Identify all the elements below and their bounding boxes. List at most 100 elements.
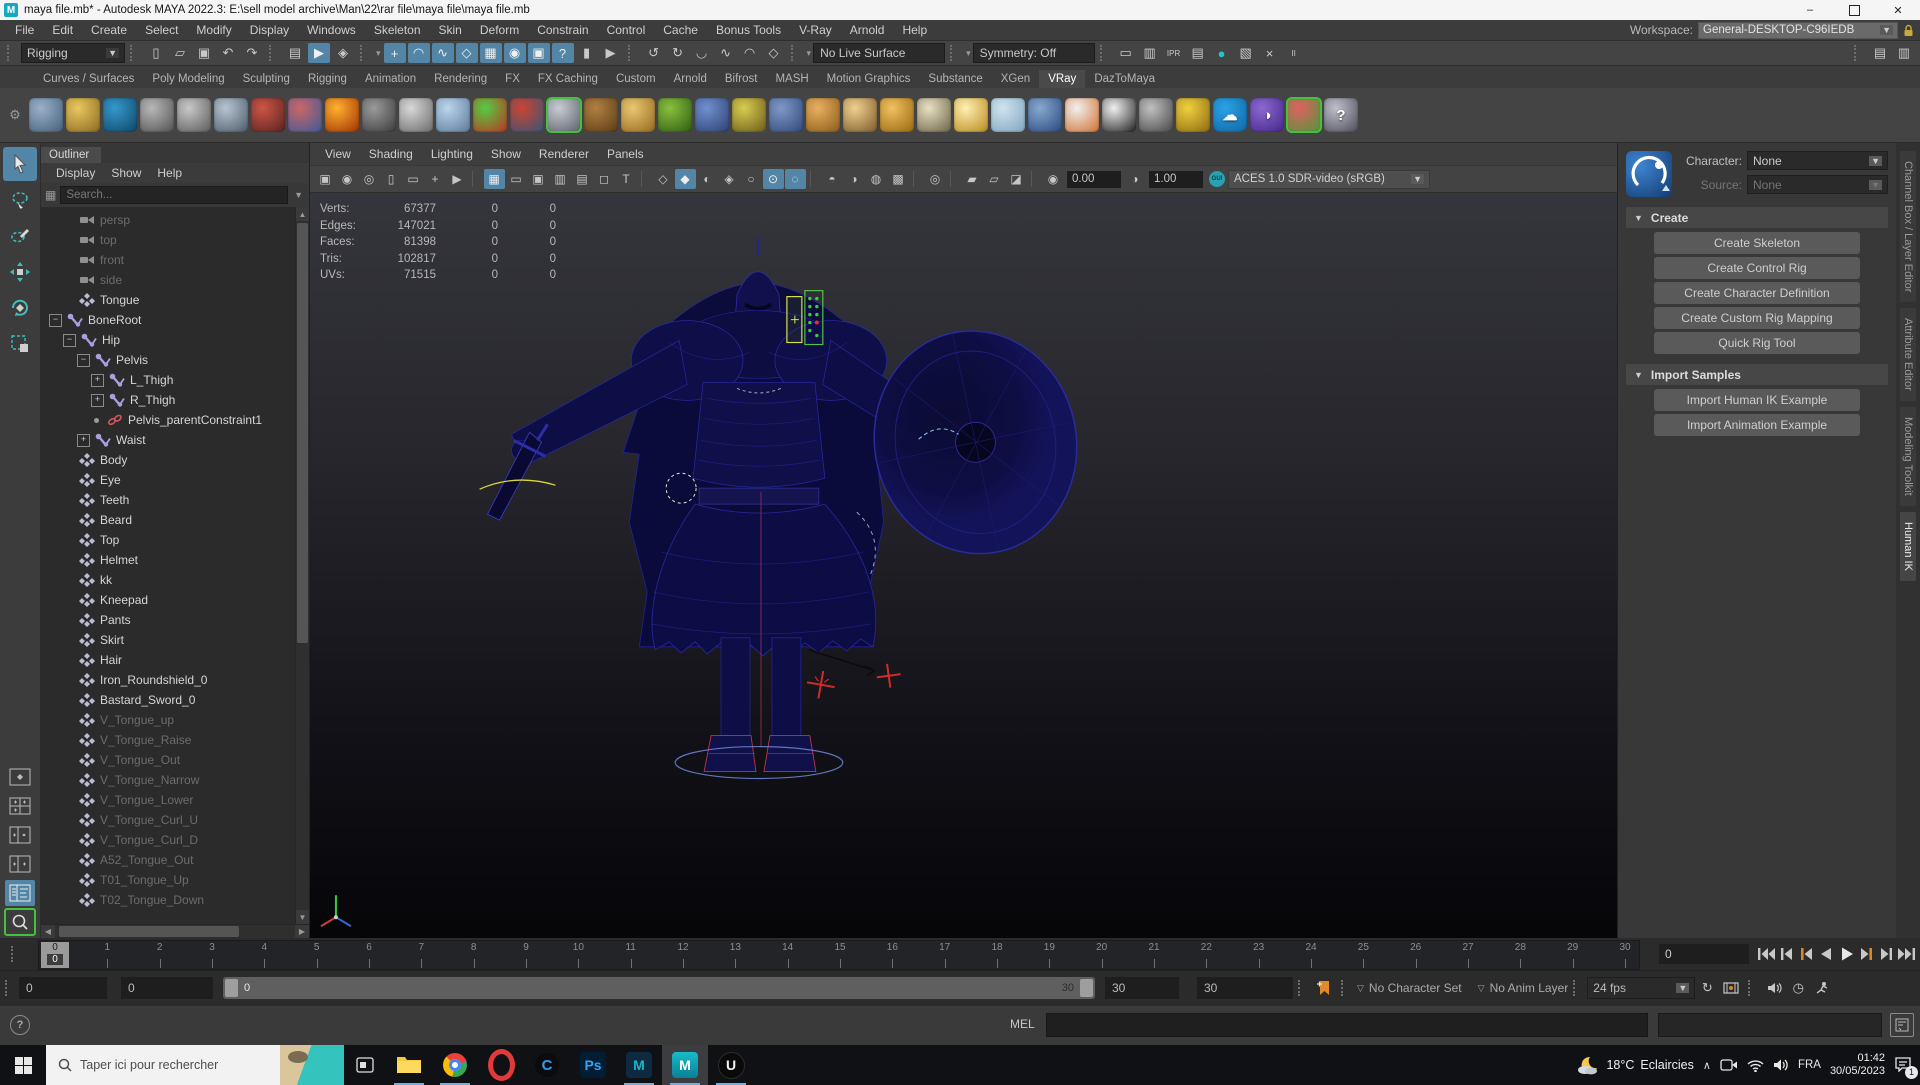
tab-human-ik[interactable]: Human IK: [1900, 511, 1916, 581]
outliner-item-v-tongue-lower[interactable]: V_Tongue_Lower: [41, 790, 295, 810]
clock[interactable]: 01:42 30/05/2023: [1830, 1052, 1885, 1078]
xray-icon[interactable]: ○: [741, 169, 762, 189]
lock-selection-icon[interactable]: ▮: [576, 43, 598, 63]
taskbar-app-opera[interactable]: [478, 1045, 524, 1085]
outliner-item-t02-tongue-down[interactable]: T02_Tongue_Down: [41, 890, 295, 910]
workspace-select[interactable]: General-DESKTOP-C96IEDB ▼: [1698, 21, 1898, 39]
outliner-menu-show[interactable]: Show: [104, 166, 148, 180]
lasso-tool[interactable]: [3, 183, 37, 217]
shelf-tab-xgen[interactable]: XGen: [992, 70, 1039, 88]
select-object-icon[interactable]: ▶: [308, 43, 330, 63]
panel-menu-renderer[interactable]: Renderer: [530, 147, 598, 161]
step-back-key-button[interactable]: [1797, 945, 1816, 963]
humanik-icon[interactable]: [1626, 151, 1672, 197]
locator-cross[interactable]: [805, 662, 903, 701]
scale-tool[interactable]: [3, 327, 37, 361]
import-human-ik-example-button[interactable]: Import Human IK Example: [1654, 389, 1860, 411]
timeline-tick-5[interactable]: 5: [314, 942, 320, 953]
taskbar-app-maya-2022[interactable]: M: [616, 1045, 662, 1085]
shelf-tab-substance[interactable]: Substance: [919, 70, 991, 88]
volume-icon[interactable]: [1773, 1058, 1789, 1072]
menu-edit[interactable]: Edit: [43, 23, 82, 37]
shelf-tab-sculpting[interactable]: Sculpting: [234, 70, 299, 88]
panel-menu-show[interactable]: Show: [482, 147, 530, 161]
range-end-handle[interactable]: [1080, 979, 1093, 997]
tab-modeling-toolkit[interactable]: Modeling Toolkit: [1900, 407, 1916, 506]
menu-modify[interactable]: Modify: [187, 23, 240, 37]
grip-handle[interactable]: [1298, 980, 1307, 996]
grip-handle[interactable]: [7, 45, 16, 61]
deform-tool-icon[interactable]: ◇: [763, 43, 785, 63]
gamma-icon[interactable]: ◑: [1125, 169, 1146, 189]
menu-set-select[interactable]: Rigging ▼: [21, 43, 125, 63]
gamma-field[interactable]: 1.00: [1149, 170, 1203, 188]
grip-handle[interactable]: [1854, 45, 1863, 61]
outliner-item-skirt[interactable]: Skirt: [41, 630, 295, 650]
vray-help-icon[interactable]: ?: [1324, 98, 1358, 132]
taskbar-search[interactable]: Taper ici pour rechercher: [46, 1045, 344, 1085]
tear-off-copy-icon[interactable]: ▰: [962, 169, 983, 189]
vray-render-window-icon[interactable]: [1139, 98, 1173, 132]
outliner-item-v-tongue-curl-d[interactable]: V_Tongue_Curl_D: [41, 830, 295, 850]
outliner-item-waist[interactable]: + Waist: [41, 430, 295, 450]
wireframe-icon[interactable]: ◇: [653, 169, 674, 189]
vray-wire-red-icon[interactable]: [510, 98, 544, 132]
timeline-tick-19[interactable]: 19: [1044, 942, 1055, 953]
xray-joints-icon[interactable]: ⊙: [762, 169, 784, 189]
menu-skin[interactable]: Skin: [430, 23, 471, 37]
taskbar-app-chrome[interactable]: [432, 1045, 478, 1085]
outliner-item-boneroot[interactable]: − BoneRoot: [41, 310, 295, 330]
snap-grid-icon[interactable]: +: [383, 43, 406, 63]
snap-plane-icon[interactable]: ◇: [455, 43, 478, 63]
shelf-tab-daztomaya[interactable]: DazToMaya: [1085, 70, 1164, 88]
scroll-down-icon[interactable]: ▼: [296, 910, 309, 924]
new-scene-icon[interactable]: ▯: [145, 43, 167, 63]
quick-rig-tool-button[interactable]: Quick Rig Tool: [1654, 332, 1860, 354]
rotate-tool[interactable]: [3, 291, 37, 325]
vray-sphere-light-icon[interactable]: [880, 98, 914, 132]
menu-deform[interactable]: Deform: [471, 23, 528, 37]
occlusion-icon[interactable]: ◍: [866, 169, 887, 189]
construction-history-icon[interactable]: ↺: [643, 43, 665, 63]
section-header-import-samples[interactable]: ▼ Import Samples: [1626, 364, 1888, 385]
menu-bonus-tools[interactable]: Bonus Tools: [707, 23, 790, 37]
vray-physical-camera-icon[interactable]: [251, 98, 285, 132]
timeline-tick-12[interactable]: 12: [677, 942, 688, 953]
taskbar-app-photoshop[interactable]: Ps: [570, 1045, 616, 1085]
outliner-item-pants[interactable]: Pants: [41, 610, 295, 630]
timeline-tick-24[interactable]: 24: [1305, 942, 1316, 953]
layout-single-pane[interactable]: [5, 764, 35, 790]
outliner-item-v-tongue-narrow[interactable]: V_Tongue_Narrow: [41, 770, 295, 790]
time-clock-icon[interactable]: ◷: [1786, 978, 1810, 998]
light-editor-icon[interactable]: ▧: [1235, 43, 1257, 63]
expander-collapse-icon[interactable]: −: [49, 313, 62, 327]
outliner-item-v-tongue-raise[interactable]: V_Tongue_Raise: [41, 730, 295, 750]
menu-control[interactable]: Control: [598, 23, 655, 37]
playback-end-field[interactable]: 30: [1105, 977, 1179, 999]
outliner-item-kneepad[interactable]: Kneepad: [41, 590, 295, 610]
undo-icon[interactable]: ↶: [217, 43, 239, 63]
vray-sun-light-icon[interactable]: [954, 98, 988, 132]
outliner-item-top[interactable]: top: [41, 230, 295, 250]
lighting-all-icon[interactable]: ◓: [822, 169, 843, 189]
create-skeleton-button[interactable]: Create Skeleton: [1654, 232, 1860, 254]
select-hierarchy-icon[interactable]: ▤: [284, 43, 306, 63]
timeline-tick-8[interactable]: 8: [471, 942, 477, 953]
vray-sphere-wire-icon[interactable]: [769, 98, 803, 132]
meet-now-icon[interactable]: [1720, 1058, 1738, 1072]
snap-point-icon[interactable]: ∿: [431, 43, 454, 63]
outliner-panel-tab[interactable]: Outliner: [41, 147, 102, 163]
pick-object-icon[interactable]: ▶: [447, 169, 468, 189]
grip-handle[interactable]: [1573, 980, 1582, 996]
vray-notes-icon[interactable]: [177, 98, 211, 132]
menu-file[interactable]: File: [6, 23, 43, 37]
create-custom-rig-mapping-button[interactable]: Create Custom Rig Mapping: [1654, 307, 1860, 329]
safe-action-icon[interactable]: ◻: [594, 169, 615, 189]
horizontal-scrollbar[interactable]: ◀ ▶: [41, 924, 309, 938]
grip-handle[interactable]: [1099, 45, 1109, 61]
outliner-item-teeth[interactable]: Teeth: [41, 490, 295, 510]
outliner-item-body[interactable]: Body: [41, 450, 295, 470]
filter-icon[interactable]: ▦: [45, 188, 56, 202]
image-plane-icon[interactable]: ▭: [403, 169, 424, 189]
character-select[interactable]: None ▼: [1747, 151, 1888, 170]
